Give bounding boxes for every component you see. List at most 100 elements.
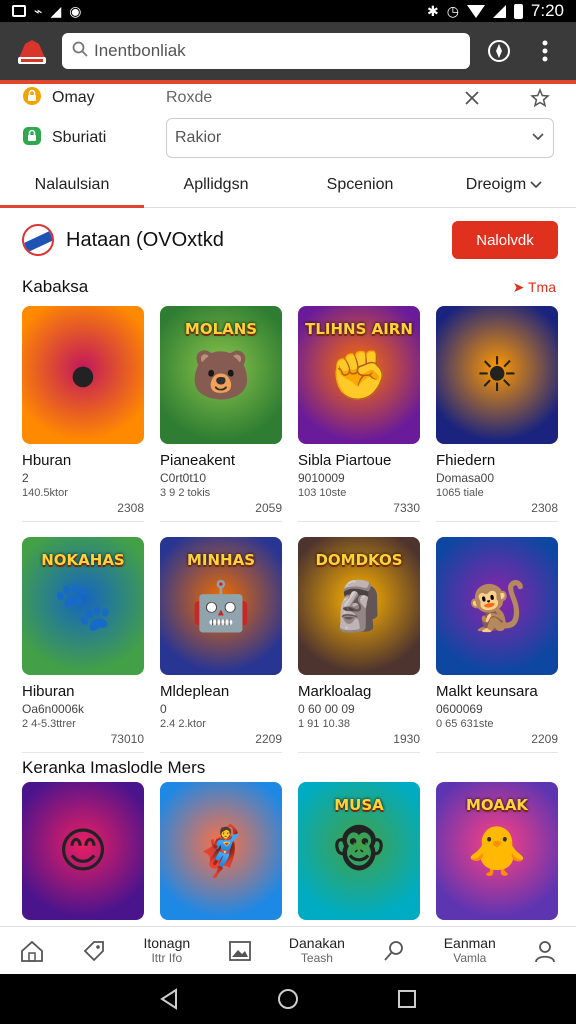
- game-title: Markloalag: [298, 683, 372, 700]
- status-bar: ⌁ ◢ ◉ ✱ ◷ 7:20: [0, 0, 576, 22]
- chevron-down-icon: [530, 176, 542, 194]
- game-subtitle: Oa6n0006k: [22, 702, 85, 716]
- signal-notification-icon: ◢: [50, 2, 62, 19]
- tab-label: Nalaulsian: [34, 175, 110, 193]
- game-thumbnail[interactable]: 🗿 DOMDKOS: [298, 537, 420, 675]
- game-thumbnail[interactable]: ●: [22, 306, 144, 444]
- game-meta: 140.5ktor: [22, 487, 68, 499]
- image-icon: [228, 940, 251, 961]
- back-button[interactable]: [154, 984, 184, 1014]
- game-thumbnail[interactable]: 🐒: [436, 537, 558, 675]
- nav-profile[interactable]: [533, 939, 557, 963]
- cell-signal-icon: [492, 4, 506, 18]
- game-banner-text: MUSA: [334, 796, 384, 814]
- game-card[interactable]: 🦸: [160, 782, 282, 920]
- nav-item-label-3[interactable]: Eanman Vamla: [443, 935, 496, 965]
- nav-search[interactable]: [382, 939, 406, 963]
- nav-label: Eanman: [443, 935, 496, 952]
- filter-select-value: Rakior: [175, 129, 222, 146]
- game-thumbnail[interactable]: 🐵 MUSA: [298, 782, 420, 920]
- search-bar[interactable]: [62, 33, 470, 69]
- app-logo[interactable]: [14, 33, 50, 69]
- game-art-icon: 🐥: [467, 825, 527, 879]
- brand-circle-icon: [22, 224, 54, 256]
- nav-item-label-1[interactable]: Itonagn Ittr Ifo: [143, 935, 190, 965]
- game-art-icon: 🐵: [331, 825, 387, 878]
- game-meta: 0 65 631ste: [436, 718, 494, 730]
- game-card[interactable]: ● Hburan 2 140.5ktor 2308: [22, 306, 144, 522]
- filter-label-1: Omay: [22, 86, 166, 111]
- tab-2[interactable]: Spcenion: [288, 162, 432, 207]
- star-icon[interactable]: [526, 84, 554, 112]
- filter-value[interactable]: Roxde: [166, 89, 458, 107]
- shield-lock-icon: [22, 126, 42, 151]
- game-thumbnail[interactable]: ☀: [436, 306, 558, 444]
- game-art-icon: 🦸: [191, 825, 251, 879]
- game-card[interactable]: 🐻 MOLANS Pianeakent C0rt0t10 3 9 2 tokis 2059: [160, 306, 282, 522]
- game-card[interactable]: 🐒 Malkt keunsara 0600069 0 65 631ste 2209: [436, 537, 558, 753]
- tab-1[interactable]: Apllidgsn: [144, 162, 288, 207]
- game-thumbnail[interactable]: 🐾 NOKAHAS: [22, 537, 144, 675]
- game-subtitle: 0600069: [436, 702, 483, 716]
- game-art-icon: 🗿: [329, 580, 389, 634]
- game-count: 7330: [298, 501, 420, 522]
- game-art-icon: ✊: [329, 349, 389, 403]
- nav-label: Danakan: [288, 935, 345, 952]
- filter-select[interactable]: Rakior: [166, 118, 554, 158]
- home-button[interactable]: [273, 984, 303, 1014]
- tag-icon: [83, 940, 104, 961]
- nav-image[interactable]: [228, 940, 252, 962]
- game-art-icon: 🤖: [191, 580, 251, 634]
- game-card[interactable]: 🗿 DOMDKOS Markloalag 0 60 00 09 1 91 10.38 19…: [298, 537, 420, 753]
- game-card[interactable]: 🐾 NOKAHAS Hiburan Oa6n0006k 2 4-5.3ttrer 7301…: [22, 537, 144, 753]
- game-subtitle: 0: [160, 702, 167, 716]
- game-art-icon: 😊: [57, 825, 109, 878]
- bluetooth-icon: ✱: [426, 2, 439, 19]
- game-count: 2308: [22, 501, 144, 522]
- nav-sublabel: Ittr Ifo: [151, 950, 183, 965]
- nav-tag[interactable]: [82, 939, 106, 963]
- nav-item-label-2[interactable]: Danakan Teash: [288, 935, 345, 965]
- game-thumbnail[interactable]: 🦸: [160, 782, 282, 920]
- game-meta: 1 91 10.38: [298, 718, 350, 730]
- game-card[interactable]: 🐵 MUSA: [298, 782, 420, 920]
- nav-home[interactable]: [19, 939, 45, 963]
- game-grid-2: 🐾 NOKAHAS Hiburan Oa6n0006k 2 4-5.3ttrer 7301…: [22, 537, 558, 753]
- game-banner-text: MOLANS: [184, 320, 258, 338]
- game-title: Malkt keunsara: [436, 683, 538, 700]
- game-thumbnail[interactable]: ✊ TLIHNS AIRN: [298, 306, 420, 444]
- recents-square-icon: [397, 990, 416, 1008]
- recents-button[interactable]: [392, 984, 422, 1014]
- game-grid-1: ● Hburan 2 140.5ktor 2308 🐻 MOLANS Pianeakent C0…: [22, 306, 558, 522]
- game-count: 2308: [436, 501, 558, 522]
- game-card[interactable]: 🤖 MINHAS Mldeplean 0 2.4 2.ktor 2209: [160, 537, 282, 753]
- section-title: Keranka Imaslodle Mers: [22, 758, 206, 777]
- game-card[interactable]: 🐥 MOAAK: [436, 782, 558, 920]
- battery-icon: [513, 3, 523, 19]
- game-card[interactable]: ✊ TLIHNS AIRN Sibla Piartoue 9010009 103 10s…: [298, 306, 420, 522]
- tab-bar: Nalaulsian Apllidgsn Spcenion Dreoigm: [0, 162, 576, 208]
- game-thumbnail[interactable]: 😊: [22, 782, 144, 920]
- section-link-label: Tma: [528, 279, 556, 295]
- game-thumbnail[interactable]: 🐥 MOAAK: [436, 782, 558, 920]
- promo-button[interactable]: Nalolvdk: [452, 221, 558, 259]
- game-thumbnail[interactable]: 🤖 MINHAS: [160, 537, 282, 675]
- game-meta: 3 9 2 tokis: [160, 487, 211, 499]
- game-count: 2209: [160, 732, 282, 753]
- section-see-all-link[interactable]: ➤ Tma: [513, 279, 556, 296]
- game-card[interactable]: ☀ Fhiedern Domasa00 1065 tiale 2308: [436, 306, 558, 522]
- app-bar: [0, 22, 576, 80]
- game-card[interactable]: 😊: [22, 782, 144, 920]
- tab-0[interactable]: Nalaulsian: [0, 162, 144, 208]
- search-icon: [384, 940, 404, 961]
- promo-title: Hataan (OVOxtkd: [66, 228, 224, 251]
- search-input[interactable]: [94, 41, 460, 61]
- filter-label-text: Sburiati: [52, 129, 107, 146]
- more-vert-icon[interactable]: [528, 34, 562, 68]
- close-icon[interactable]: [458, 84, 486, 112]
- tab-3[interactable]: Dreoigm: [432, 162, 576, 207]
- game-thumbnail[interactable]: 🐻 MOLANS: [160, 306, 282, 444]
- status-time: 7:20: [530, 1, 564, 20]
- compass-icon[interactable]: [482, 34, 516, 68]
- game-banner-text: MINHAS: [186, 551, 256, 569]
